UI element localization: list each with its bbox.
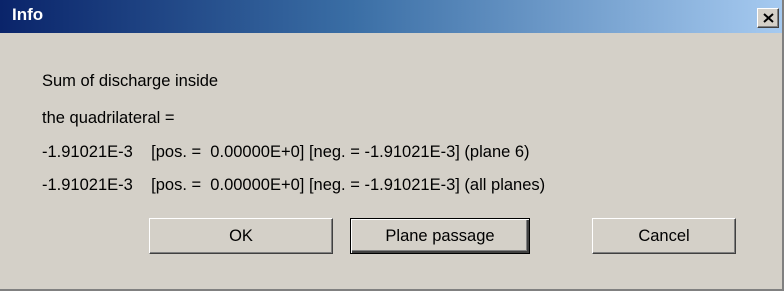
info-dialog: Info Sum of discharge inside the quadril… bbox=[0, 0, 784, 291]
ok-button[interactable]: OK bbox=[149, 218, 333, 254]
message-line-1: Sum of discharge inside bbox=[42, 72, 219, 90]
close-button[interactable] bbox=[757, 8, 779, 28]
result-plane-6: -1.91021E-3 [pos. = 0.00000E+0] [neg. = … bbox=[42, 143, 530, 161]
window-title: Info bbox=[12, 5, 44, 24]
title-bar: Info bbox=[0, 0, 782, 33]
plane-passage-button[interactable]: Plane passage bbox=[350, 218, 530, 254]
cancel-button[interactable]: Cancel bbox=[592, 218, 736, 254]
result-all-planes: -1.91021E-3 [pos. = 0.00000E+0] [neg. = … bbox=[42, 176, 546, 194]
close-icon bbox=[763, 13, 774, 23]
message-line-2: the quadrilateral = bbox=[42, 109, 175, 127]
